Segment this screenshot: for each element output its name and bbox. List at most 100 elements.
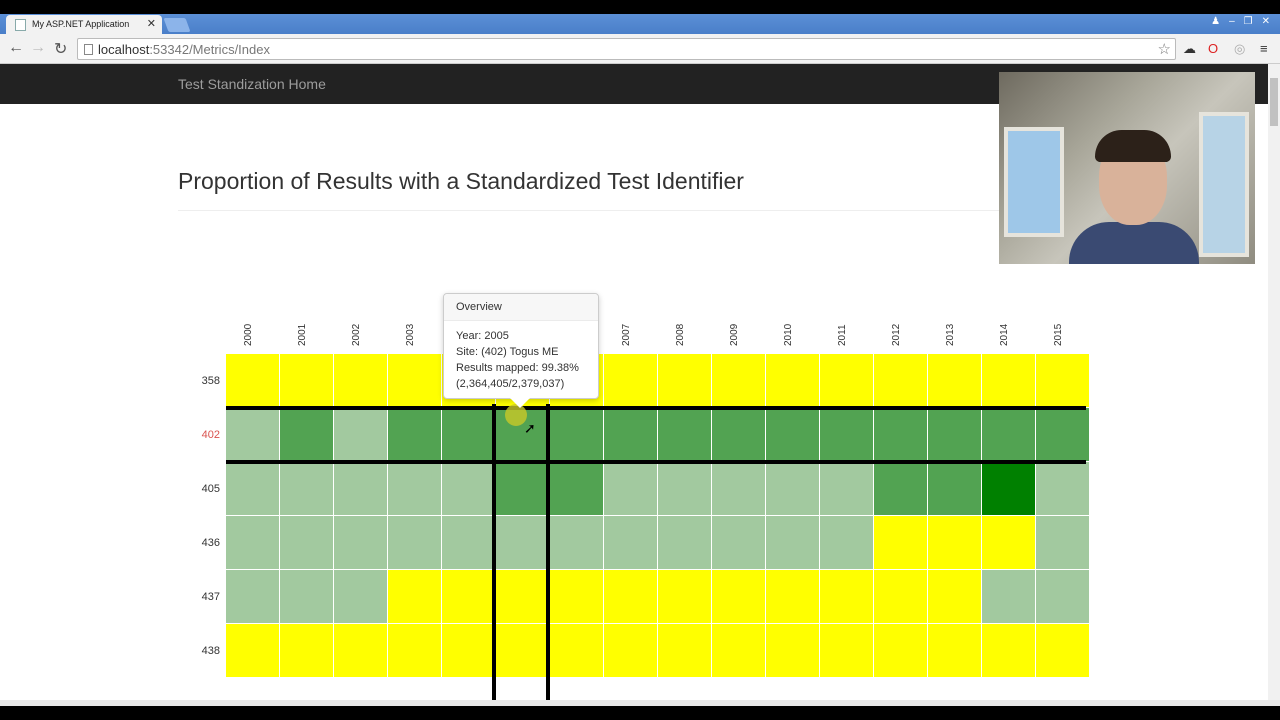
heatmap-cell[interactable] (658, 624, 712, 678)
heatmap-cell[interactable] (658, 570, 712, 624)
user-icon[interactable]: ♟ (1211, 16, 1220, 27)
minimize-icon[interactable]: – (1229, 16, 1235, 27)
heatmap-cell[interactable] (874, 624, 928, 678)
heatmap-cell[interactable] (874, 354, 928, 408)
heatmap-cell[interactable] (442, 516, 496, 570)
heatmap-cell[interactable] (982, 462, 1036, 516)
heatmap-cell[interactable] (874, 408, 928, 462)
cloud-extension-icon[interactable]: ☁ (1183, 41, 1196, 57)
heatmap-cell[interactable] (766, 462, 820, 516)
heatmap-cell[interactable] (820, 354, 874, 408)
heatmap-cell[interactable] (1036, 354, 1090, 408)
heatmap-cell[interactable] (874, 462, 928, 516)
heatmap-cell[interactable] (550, 408, 604, 462)
scrollbar-thumb[interactable] (1270, 78, 1278, 126)
heatmap-cell[interactable] (874, 570, 928, 624)
heatmap-cell[interactable] (280, 354, 334, 408)
heatmap-cell[interactable] (334, 408, 388, 462)
heatmap-cell[interactable] (658, 462, 712, 516)
heatmap-cell[interactable] (1036, 408, 1090, 462)
heatmap-cell[interactable] (496, 570, 550, 624)
heatmap-cell[interactable] (658, 516, 712, 570)
heatmap-cell[interactable] (658, 354, 712, 408)
new-tab-button[interactable] (163, 18, 191, 32)
close-window-icon[interactable]: ✕ (1262, 16, 1270, 27)
heatmap-cell[interactable] (982, 624, 1036, 678)
heatmap-cell[interactable] (820, 570, 874, 624)
heatmap-cell[interactable] (550, 462, 604, 516)
heatmap-cell[interactable] (280, 408, 334, 462)
heatmap-cell[interactable] (712, 570, 766, 624)
heatmap-cell[interactable] (550, 570, 604, 624)
heatmap-cell[interactable] (820, 516, 874, 570)
heatmap-cell[interactable] (496, 516, 550, 570)
vertical-scrollbar[interactable] (1268, 64, 1280, 700)
restore-icon[interactable]: ❐ (1244, 16, 1253, 27)
heatmap-cell[interactable] (280, 462, 334, 516)
heatmap-cell[interactable] (874, 516, 928, 570)
heatmap-cell[interactable] (334, 354, 388, 408)
heatmap-cell[interactable] (226, 462, 280, 516)
heatmap-cell[interactable] (442, 408, 496, 462)
heatmap-cell[interactable] (226, 516, 280, 570)
heatmap-cell[interactable] (442, 462, 496, 516)
heatmap-cell[interactable] (1036, 516, 1090, 570)
heatmap-cell[interactable] (388, 408, 442, 462)
heatmap-cell[interactable] (766, 516, 820, 570)
close-tab-icon[interactable]: ✕ (147, 17, 156, 30)
heatmap-cell[interactable] (1036, 462, 1090, 516)
heatmap-cell[interactable] (280, 570, 334, 624)
page-info-icon[interactable] (84, 44, 93, 55)
heatmap-cell[interactable] (388, 354, 442, 408)
heatmap-cell[interactable] (766, 408, 820, 462)
heatmap-cell[interactable] (226, 354, 280, 408)
browser-tab[interactable]: My ASP.NET Application ✕ (6, 15, 162, 34)
heatmap-cell[interactable] (712, 624, 766, 678)
heatmap-cell[interactable] (928, 354, 982, 408)
extension-icon[interactable]: ◎ (1234, 41, 1245, 57)
heatmap-cell[interactable] (820, 462, 874, 516)
address-bar[interactable]: localhost:53342/Metrics/Index ☆ (77, 38, 1176, 60)
heatmap-cell[interactable] (604, 516, 658, 570)
heatmap-cell[interactable] (820, 624, 874, 678)
heatmap-cell[interactable] (766, 570, 820, 624)
heatmap-cell[interactable] (442, 624, 496, 678)
back-icon[interactable]: ← (8, 39, 24, 57)
heatmap-cell[interactable] (928, 516, 982, 570)
heatmap-cell[interactable] (982, 408, 1036, 462)
heatmap-cell[interactable] (334, 462, 388, 516)
heatmap-cell[interactable] (928, 624, 982, 678)
heatmap-cell[interactable] (1036, 624, 1090, 678)
menu-icon[interactable]: ≡ (1260, 41, 1268, 56)
heatmap-cell[interactable] (604, 570, 658, 624)
navbar-brand[interactable]: Test Standization Home (178, 76, 326, 92)
heatmap-cell[interactable] (712, 462, 766, 516)
bookmark-star-icon[interactable]: ☆ (1158, 40, 1171, 58)
heatmap-cell[interactable] (766, 354, 820, 408)
heatmap-cell[interactable] (334, 570, 388, 624)
heatmap-cell[interactable] (388, 462, 442, 516)
heatmap-cell[interactable] (928, 408, 982, 462)
forward-icon[interactable]: → (30, 39, 46, 57)
heatmap-cell[interactable] (550, 624, 604, 678)
heatmap-cell[interactable] (1036, 570, 1090, 624)
heatmap-cell[interactable] (766, 624, 820, 678)
heatmap-cell[interactable] (604, 624, 658, 678)
heatmap-cell[interactable] (982, 354, 1036, 408)
heatmap-cell[interactable] (604, 354, 658, 408)
opera-extension-icon[interactable]: O (1208, 41, 1218, 56)
heatmap-cell[interactable] (820, 408, 874, 462)
heatmap-cell[interactable] (496, 624, 550, 678)
heatmap-cell[interactable] (280, 624, 334, 678)
heatmap-cell[interactable] (334, 624, 388, 678)
heatmap-cell[interactable] (982, 516, 1036, 570)
heatmap-cell[interactable] (604, 408, 658, 462)
heatmap-cell[interactable] (388, 516, 442, 570)
reload-icon[interactable]: ↻ (54, 39, 67, 59)
heatmap-cell[interactable] (388, 570, 442, 624)
horizontal-scrollbar[interactable] (0, 700, 1280, 706)
heatmap-cell[interactable] (388, 624, 442, 678)
heatmap-cell[interactable] (982, 570, 1036, 624)
heatmap-cell[interactable] (604, 462, 658, 516)
heatmap-cell[interactable] (550, 516, 604, 570)
